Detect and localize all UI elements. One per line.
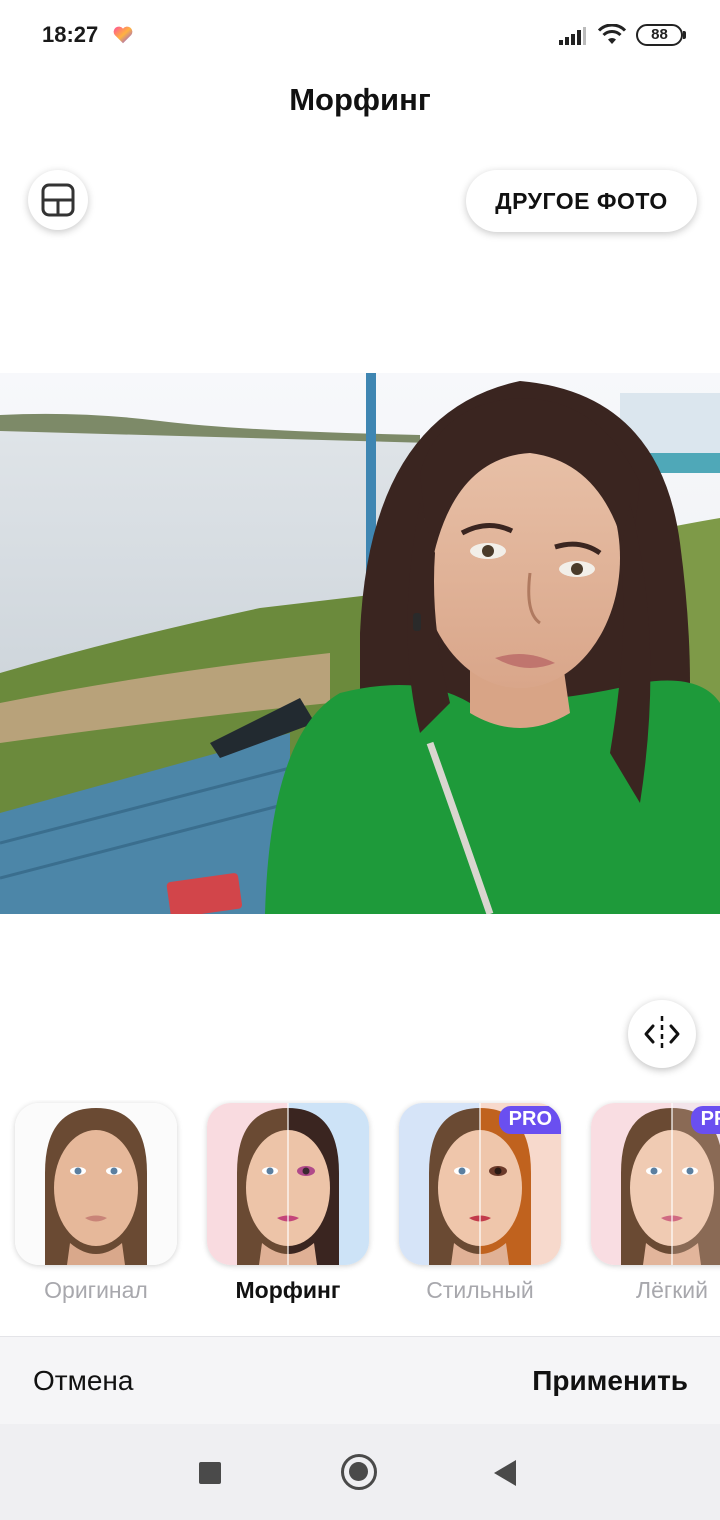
filter-carousel[interactable]: Оригинал Морфинг PRO Стильный P Лёгкий <box>0 1100 720 1320</box>
battery-icon: 88 <box>636 24 683 46</box>
other-photo-button[interactable]: ДРУГОЕ ФОТО <box>466 170 697 232</box>
filter-thumb-morphing[interactable] <box>207 1103 369 1265</box>
apply-button[interactable]: Применить <box>532 1365 688 1397</box>
filter-item-morphing[interactable]: Морфинг <box>205 1100 371 1304</box>
filter-label: Лёгкий <box>635 1277 709 1303</box>
cancel-button[interactable]: Отмена <box>33 1365 133 1397</box>
compare-split-icon <box>644 1016 680 1052</box>
filter-label: Оригинал <box>44 1277 148 1303</box>
back-icon[interactable] <box>494 1460 516 1486</box>
heart-app-icon <box>113 26 133 44</box>
home-dot <box>349 1462 368 1481</box>
filter-label: Морфинг <box>235 1277 341 1303</box>
filter-thumb-stylish[interactable]: PRO <box>399 1103 561 1265</box>
face-thumbnail <box>15 1103 177 1265</box>
filter-item-light[interactable]: PRO Лёгкий <box>589 1100 720 1304</box>
layout-icon <box>41 183 75 217</box>
edited-photo <box>0 373 720 914</box>
recents-icon[interactable] <box>199 1462 221 1484</box>
wifi-icon <box>597 24 627 44</box>
layout-button[interactable] <box>28 170 88 230</box>
filter-label: Стильный <box>426 1277 534 1303</box>
filter-thumb-original[interactable] <box>15 1103 177 1265</box>
filter-thumb-light[interactable]: PRO <box>591 1103 720 1265</box>
filter-item-stylish[interactable]: PRO Стильный <box>397 1100 563 1304</box>
status-bar: 18:27 88 <box>0 0 720 70</box>
action-bar: Отмена Применить <box>0 1336 720 1424</box>
page-title: Морфинг <box>289 82 431 117</box>
photo-image <box>0 373 720 914</box>
battery-tip <box>683 31 686 39</box>
pro-badge: PRO <box>690 1106 720 1134</box>
filter-item-original[interactable]: Оригинал <box>13 1100 179 1304</box>
pro-badge: PRO <box>498 1106 561 1134</box>
home-icon[interactable] <box>341 1454 377 1490</box>
status-time: 18:27 <box>42 22 99 47</box>
system-nav-bar <box>0 1424 720 1520</box>
signal-icon <box>559 27 586 45</box>
compare-button[interactable] <box>628 1000 696 1068</box>
face-thumbnail <box>207 1103 369 1265</box>
